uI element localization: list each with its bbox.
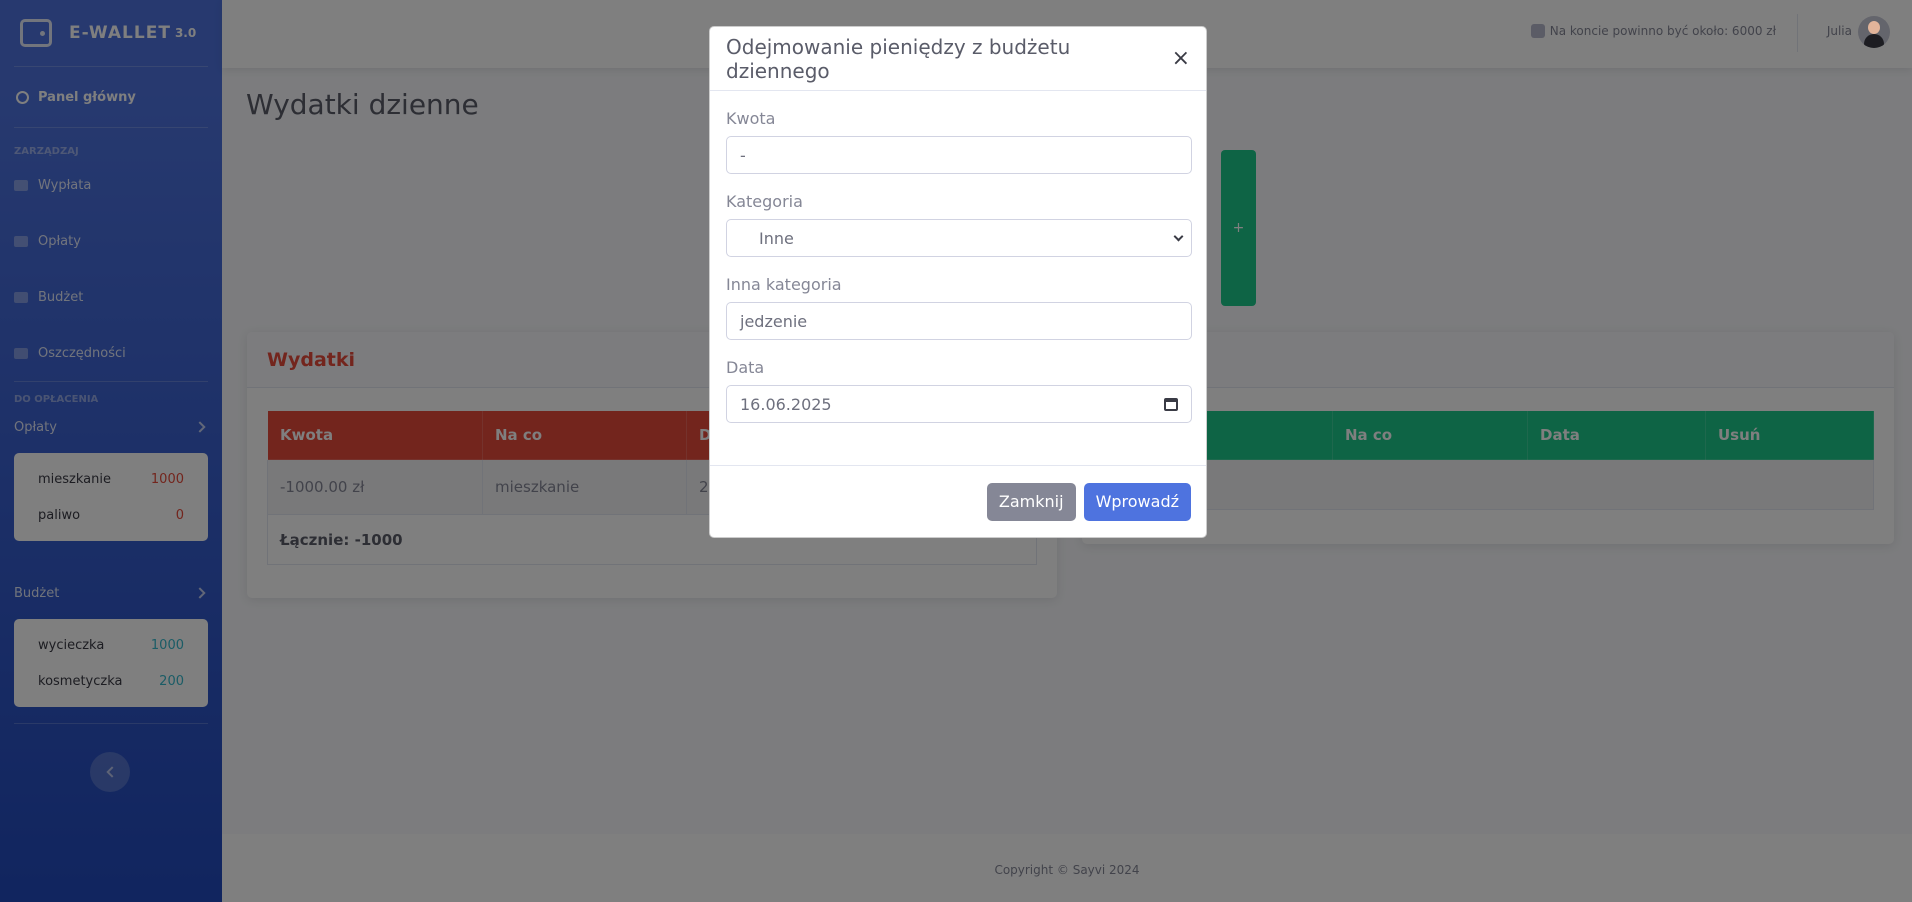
subtract-money-modal: Odejmowanie pieniędzy z budżetu dzienneg… [709,26,1207,538]
other-category-input[interactable]: jedzenie [726,302,1192,340]
calendar-icon[interactable] [1164,397,1178,411]
form-group: Data 16.06.2025 [726,358,1192,423]
amount-label: Kwota [726,109,776,128]
category-value: Inne [759,228,794,248]
other-category-value: jedzenie [740,311,808,331]
modal-footer: Zamknij Wprowadź [710,465,1206,537]
date-input[interactable]: 16.06.2025 [726,385,1192,423]
chevron-down-icon [1173,231,1184,241]
form-group: Kwota - [726,109,1192,174]
date-label: Data [726,358,765,377]
form-group: Inna kategoria jedzenie [726,275,1192,340]
submit-button[interactable]: Wprowadź [1083,482,1191,521]
category-label: Kategoria [726,192,803,211]
modal-title: Odejmowanie pieniędzy z budżetu dzienneg… [726,34,1071,83]
modal-body: Kwota - Kategoria Inne Inna kategoria je… [710,91,1206,423]
close-icon[interactable]: × [1172,47,1190,70]
category-select[interactable]: Inne [726,219,1192,257]
date-value: 16.06.2025 [740,394,832,414]
modal-header: Odejmowanie pieniędzy z budżetu dzienneg… [710,27,1206,91]
close-button[interactable]: Zamknij [986,482,1076,521]
amount-input[interactable]: - [726,136,1192,174]
other-category-label: Inna kategoria [726,275,842,294]
form-group: Kategoria Inne [726,192,1192,257]
amount-value: - [740,145,746,165]
